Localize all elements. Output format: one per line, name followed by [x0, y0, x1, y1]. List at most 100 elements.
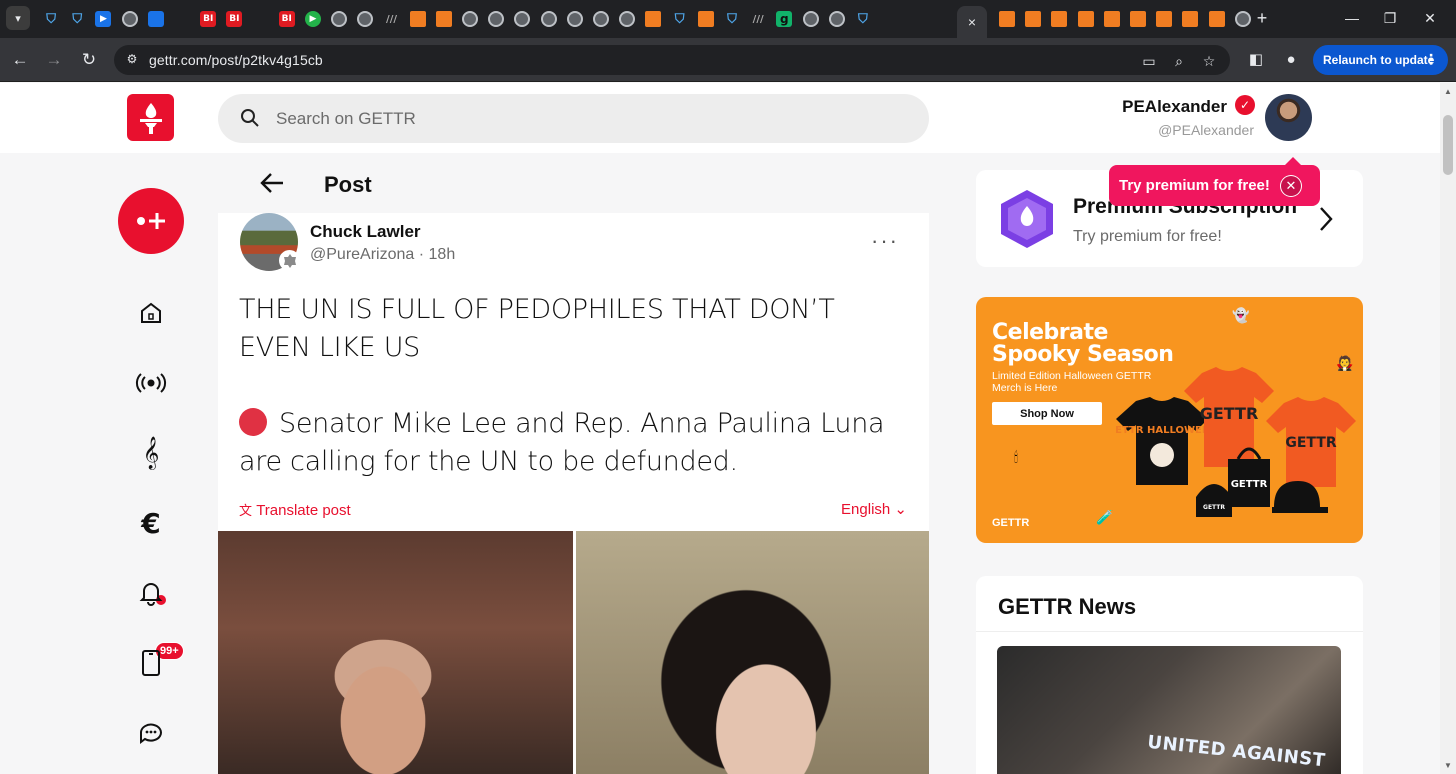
home-icon — [141, 302, 161, 323]
window-close-icon[interactable]: ✕ — [1420, 8, 1440, 28]
reload-icon[interactable]: ↻ — [79, 50, 99, 70]
torch-icon — [139, 102, 162, 134]
bi-logo-icon: BI — [226, 11, 243, 27]
nav-home[interactable] — [135, 297, 167, 329]
potion-icon: 🧪 — [1096, 509, 1114, 525]
gettr-logo[interactable] — [127, 94, 174, 141]
translate-post-link[interactable]: 文 Translate post — [239, 500, 351, 519]
browser-tab[interactable] — [1204, 8, 1230, 30]
ad-brand: GETTR — [992, 517, 1030, 529]
translate-icon: 文 — [239, 503, 253, 518]
minimize-icon[interactable]: — — [1342, 8, 1362, 28]
cap-image — [1272, 481, 1328, 513]
left-navigation: 𝄞 € 99+ — [0, 153, 218, 774]
nav-live[interactable] — [135, 367, 167, 399]
post-image-right[interactable] — [576, 531, 929, 774]
back-arrow-icon[interactable] — [258, 169, 286, 197]
relaunch-button[interactable]: Relaunch to update ⋮ — [1313, 45, 1448, 75]
user-handle[interactable]: @PEAlexander — [1158, 122, 1254, 138]
nav-clips[interactable] — [135, 647, 167, 679]
author-meta: @PureArizona · 18h — [310, 246, 455, 264]
side-panel-icon[interactable]: ◧ — [1246, 50, 1266, 70]
phone-icon — [142, 650, 160, 676]
search-bar[interactable] — [218, 94, 929, 143]
browser-tab[interactable]: ⛉ — [64, 8, 90, 30]
shop-now-button[interactable]: Shop Now — [992, 402, 1102, 425]
scroll-down-icon[interactable]: ▼ — [1444, 761, 1452, 770]
search-input[interactable] — [276, 105, 896, 133]
browser-tab[interactable] — [117, 8, 143, 30]
browser-tab[interactable]: BI — [221, 8, 247, 30]
ghost-icon: 👻 — [1232, 307, 1250, 323]
url-text[interactable]: gettr.com/post/p2tkv4g15cb — [149, 52, 323, 68]
news-image-text: UNITED AGAINST — [1146, 731, 1327, 772]
bookmark-flag-icon — [1182, 11, 1199, 27]
gettr-news-card: GETTR News UNITED AGAINST — [976, 576, 1363, 774]
beanie-text: GETTR — [1203, 504, 1225, 511]
orange-shirt-2-text: GETTR — [1285, 435, 1336, 451]
browser-tab-strip: ▾ ⛉⛉▶⌕BIBI⌕BI▶///⛉⛉///g⛉ × + — ❐ ✕ — [0, 0, 1456, 50]
news-image[interactable]: UNITED AGAINST — [997, 646, 1341, 774]
browser-tab[interactable] — [1151, 8, 1177, 30]
browser-tab[interactable] — [1099, 8, 1125, 30]
install-app-icon[interactable]: ▭ — [1140, 52, 1158, 70]
news-title: GETTR News — [998, 594, 1137, 619]
browser-tab[interactable]: ▶ — [90, 8, 116, 30]
browser-tab[interactable] — [1020, 8, 1046, 30]
nav-notifications[interactable] — [135, 577, 167, 609]
browser-menu-icon[interactable]: ⋮ — [1424, 51, 1438, 68]
browser-tab[interactable] — [143, 8, 169, 30]
active-tab[interactable]: × — [957, 6, 987, 38]
language-dropdown[interactable]: English ⌄ — [841, 500, 907, 518]
user-avatar[interactable] — [1265, 94, 1312, 141]
back-arrow-icon[interactable]: ← — [10, 50, 30, 70]
forward-arrow-icon[interactable]: → — [44, 50, 64, 70]
address-bar[interactable]: ⚙ gettr.com/post/p2tkv4g15cb ▭ ⌕ ☆ — [114, 45, 1230, 75]
user-display-name[interactable]: PEAlexander — [1122, 97, 1227, 117]
verified-badge-icon: ✓ — [1235, 95, 1255, 115]
profile-icon[interactable]: ● — [1281, 50, 1301, 70]
author-name[interactable]: Chuck Lawler — [310, 222, 421, 242]
browser-tab[interactable] — [1125, 8, 1151, 30]
premium-tooltip[interactable]: Try premium for free! ✕ — [1109, 157, 1320, 206]
scroll-up-icon[interactable]: ▲ — [1444, 87, 1452, 96]
candle-icon: 🕯 — [1014, 449, 1018, 465]
author-handle[interactable]: @PureArizona — [310, 246, 414, 263]
browser-tab[interactable] — [1073, 8, 1099, 30]
browser-tab[interactable]: ⛉ — [38, 8, 64, 30]
bookmark-flag-icon — [999, 11, 1016, 27]
chevron-right-icon — [1320, 207, 1333, 231]
tab-search-button[interactable]: ▾ — [6, 6, 30, 30]
browser-tab[interactable] — [1046, 8, 1072, 30]
tab-list: ⛉⛉▶⌕BIBI⌕BI▶///⛉⛉///g⛉ — [38, 8, 876, 50]
post-image-left[interactable] — [218, 531, 573, 774]
page-scrollbar[interactable]: ▲ ▼ — [1440, 83, 1456, 774]
more-options-icon[interactable]: ··· — [871, 228, 899, 254]
halloween-merch-ad[interactable]: Celebrate Spooky Season Limited Edition … — [976, 297, 1363, 543]
bookmark-star-icon[interactable]: ☆ — [1200, 52, 1218, 70]
site-info-icon[interactable]: ⚙ — [124, 52, 140, 68]
globe-icon — [121, 11, 138, 27]
browser-tab[interactable] — [1177, 8, 1203, 30]
compose-post-button[interactable] — [118, 188, 184, 254]
bookmark-flag-icon — [1077, 11, 1094, 27]
browser-tab[interactable] — [994, 8, 1020, 30]
arrow-logo-icon: ▶ — [95, 11, 112, 27]
tooltip-close-button[interactable]: ✕ — [1280, 175, 1302, 197]
restore-icon[interactable]: ❐ — [1380, 8, 1400, 28]
browser-tab[interactable]: ⌕ — [169, 8, 615, 50]
author-badge-icon — [279, 250, 300, 271]
post-page-header: Post — [218, 153, 929, 213]
search-icon — [241, 109, 259, 127]
nav-earn[interactable]: € — [135, 507, 167, 540]
browser-tab[interactable]: BI — [195, 8, 221, 30]
nav-chat[interactable] — [135, 717, 167, 749]
scroll-thumb[interactable] — [1443, 115, 1453, 175]
browser-tab[interactable]: ⌕ — [248, 8, 615, 50]
zoom-icon[interactable]: ⌕ — [1170, 52, 1188, 70]
tab-list-trailing — [994, 8, 1256, 30]
close-tab-icon[interactable]: × — [968, 14, 976, 30]
new-tab-button[interactable]: + — [1252, 8, 1272, 28]
nav-music[interactable]: 𝄞 — [135, 436, 167, 469]
bi-logo-icon: BI — [200, 11, 217, 27]
